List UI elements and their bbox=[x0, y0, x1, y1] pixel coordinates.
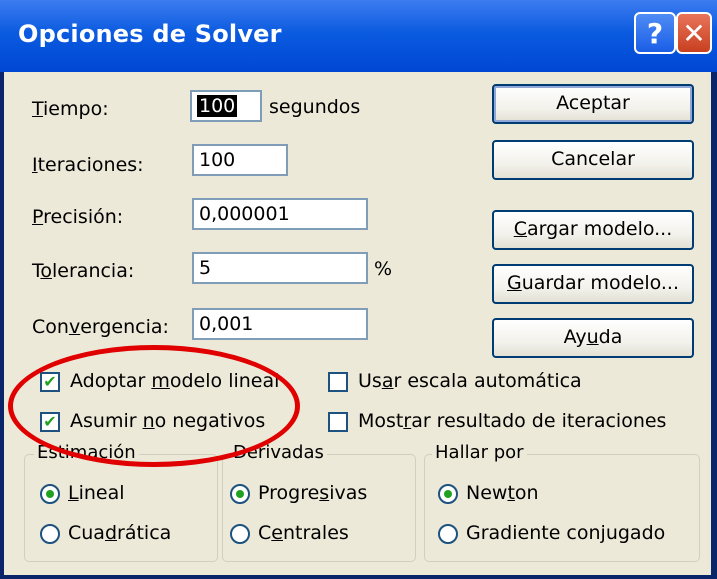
progresivas-radio-label: Progresivas bbox=[258, 482, 368, 504]
close-icon: ✕ bbox=[682, 16, 706, 50]
tolerancia-unit: % bbox=[374, 258, 393, 280]
gradiente-conjugado-radio-label: Gradiente conjugado bbox=[466, 522, 666, 544]
iteraciones-label: Iteraciones: bbox=[32, 154, 144, 176]
cancelar-button[interactable]: Cancelar bbox=[492, 140, 694, 180]
help-button[interactable]: ? bbox=[634, 12, 676, 54]
usar-escala-automatica-label: Usar escala automática bbox=[358, 370, 582, 392]
convergencia-label: Convergencia: bbox=[32, 316, 169, 338]
convergencia-value: 0,001 bbox=[199, 313, 254, 335]
iteraciones-value: 100 bbox=[199, 149, 236, 171]
checkmark-icon: ✔ bbox=[43, 372, 57, 391]
hallar-por-legend: Hallar por bbox=[432, 442, 527, 463]
newton-radio[interactable] bbox=[438, 484, 458, 504]
checkmark-icon: ✔ bbox=[43, 412, 57, 431]
dialog-body: Tiempo: 100 segundos Iteraciones: 100 Pr… bbox=[4, 72, 711, 575]
precision-value: 0,000001 bbox=[199, 203, 290, 225]
cargar-modelo-button[interactable]: Cargar modelo... bbox=[492, 210, 694, 250]
radio-selected-icon bbox=[236, 490, 244, 498]
ayuda-button[interactable]: Ayuda bbox=[492, 318, 694, 358]
cuadratica-radio[interactable] bbox=[40, 524, 60, 544]
tiempo-label: Tiempo: bbox=[32, 98, 109, 120]
mostrar-resultado-iteraciones-checkbox[interactable] bbox=[328, 412, 348, 432]
newton-radio-label: Newton bbox=[466, 482, 539, 504]
lineal-radio[interactable] bbox=[40, 484, 60, 504]
window-title: Opciones de Solver bbox=[18, 20, 282, 48]
aceptar-button[interactable]: Aceptar bbox=[492, 84, 694, 124]
tiempo-field[interactable]: 100 bbox=[190, 90, 262, 122]
hallar-por-group bbox=[424, 454, 700, 562]
usar-escala-automatica-checkbox[interactable] bbox=[328, 372, 348, 392]
adoptar-modelo-lineal-label: Adoptar modelo lineal bbox=[70, 370, 280, 392]
radio-selected-icon bbox=[444, 490, 452, 498]
help-icon: ? bbox=[646, 16, 664, 50]
mostrar-resultado-iteraciones-label: Mostrar resultado de iteraciones bbox=[358, 410, 667, 432]
tiempo-value: 100 bbox=[197, 95, 238, 117]
convergencia-field[interactable]: 0,001 bbox=[192, 308, 368, 340]
centrales-radio[interactable] bbox=[230, 524, 250, 544]
estimacion-group bbox=[24, 454, 218, 562]
gradiente-conjugado-radio[interactable] bbox=[438, 524, 458, 544]
derivadas-legend: Derivadas bbox=[230, 442, 327, 463]
tolerancia-value: 5 bbox=[199, 257, 212, 279]
tiempo-unit: segundos bbox=[269, 96, 361, 118]
adoptar-modelo-lineal-checkbox[interactable]: ✔ bbox=[40, 372, 60, 392]
centrales-radio-label: Centrales bbox=[258, 522, 349, 544]
solver-options-dialog: Opciones de Solver ? ✕ Tiempo: 100 segun… bbox=[0, 0, 717, 579]
tolerancia-field[interactable]: 5 bbox=[192, 252, 368, 284]
precision-label: Precisión: bbox=[32, 206, 124, 228]
estimacion-legend: Estimación bbox=[34, 442, 139, 463]
cuadratica-radio-label: Cuadrática bbox=[68, 522, 172, 544]
tolerancia-label: Tolerancia: bbox=[32, 260, 135, 282]
progresivas-radio[interactable] bbox=[230, 484, 250, 504]
radio-selected-icon bbox=[46, 490, 54, 498]
guardar-modelo-button[interactable]: Guardar modelo... bbox=[492, 264, 694, 304]
asumir-no-negativos-label: Asumir no negativos bbox=[70, 410, 266, 432]
derivadas-group bbox=[222, 454, 416, 562]
title-bar[interactable]: Opciones de Solver ? ✕ bbox=[0, 0, 717, 72]
precision-field[interactable]: 0,000001 bbox=[192, 198, 368, 230]
lineal-radio-label: Lineal bbox=[68, 482, 125, 504]
asumir-no-negativos-checkbox[interactable]: ✔ bbox=[40, 412, 60, 432]
close-button[interactable]: ✕ bbox=[676, 12, 712, 54]
iteraciones-field[interactable]: 100 bbox=[192, 144, 288, 176]
